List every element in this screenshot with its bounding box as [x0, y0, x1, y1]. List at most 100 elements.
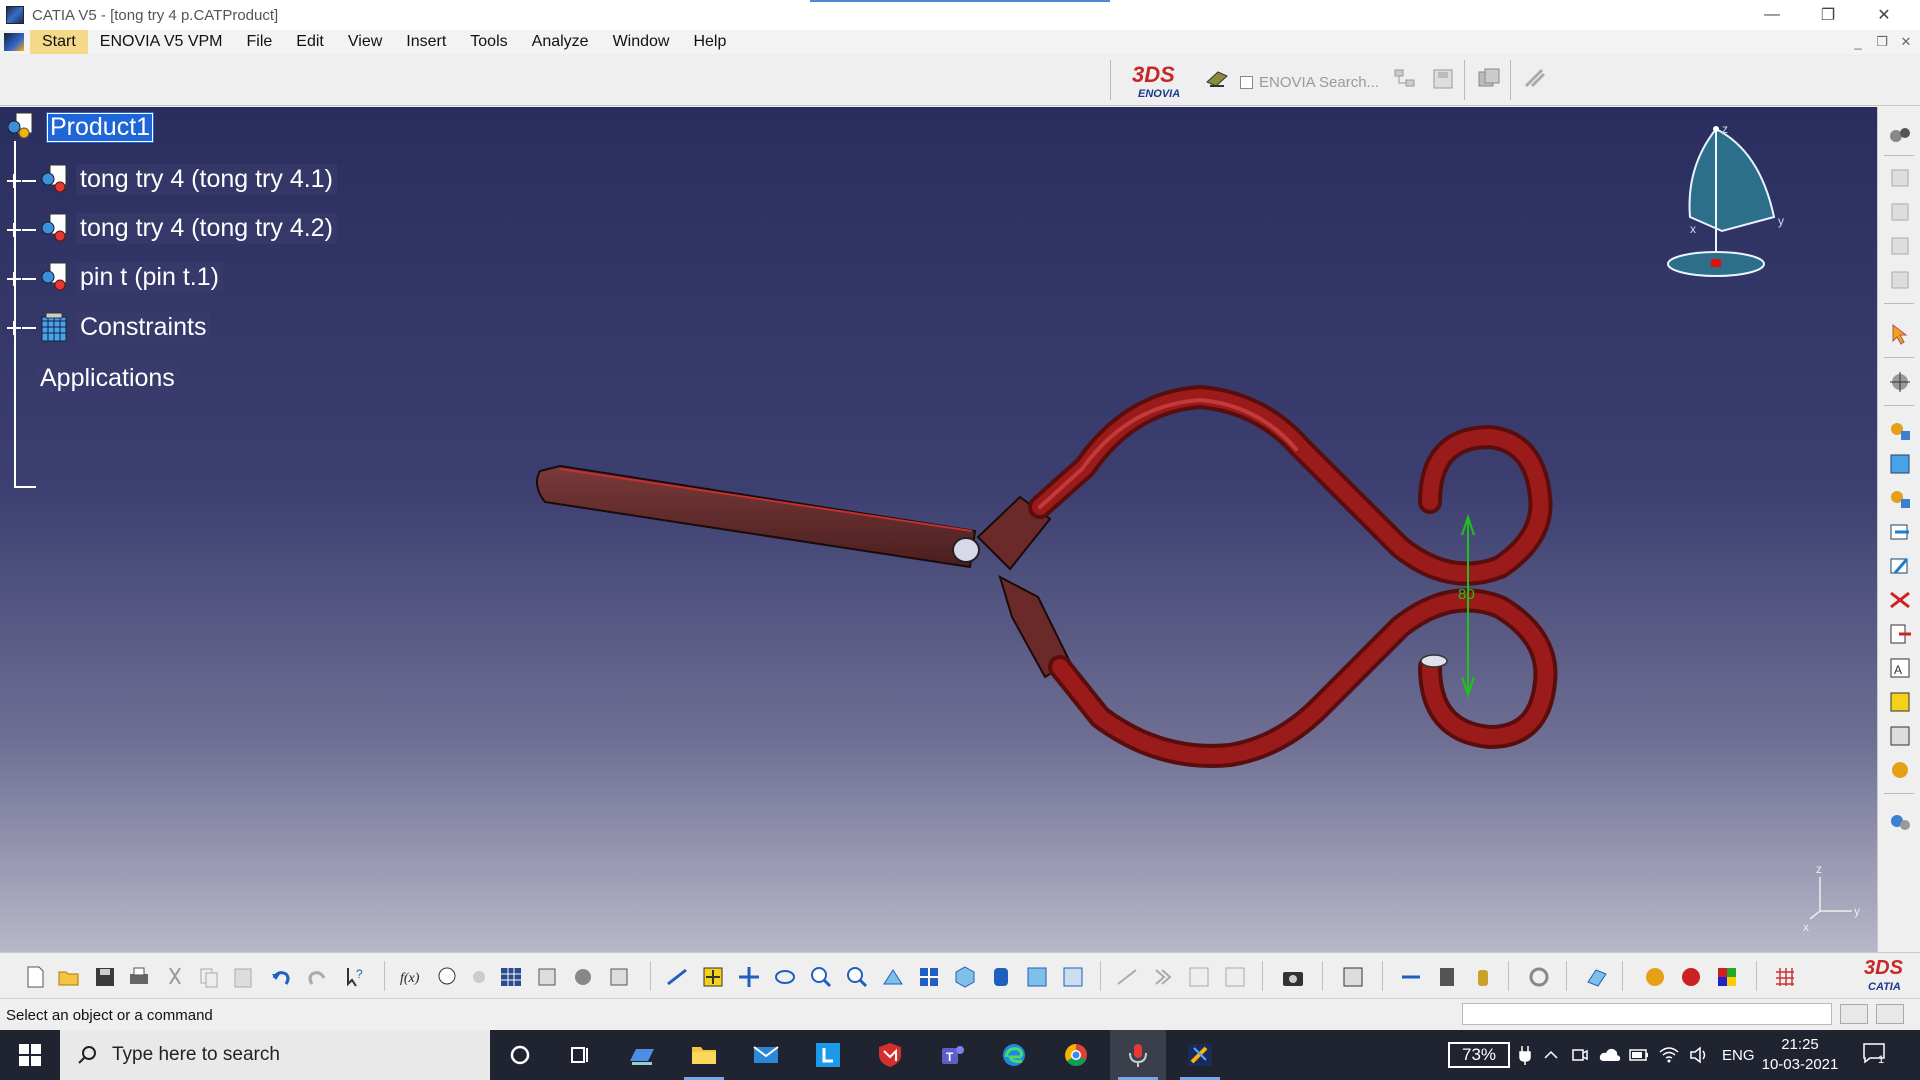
compass[interactable]: z x y	[1667, 122, 1784, 277]
menu-start[interactable]: Start	[30, 30, 88, 54]
windows-start-button[interactable]	[0, 1030, 60, 1080]
command-button[interactable]	[1840, 1004, 1868, 1024]
enovia-tree-icon[interactable]	[1392, 66, 1418, 92]
knowledge-advisor-icon[interactable]	[434, 964, 460, 990]
zoom-out-icon[interactable]	[844, 964, 870, 990]
pan-icon[interactable]	[736, 964, 762, 990]
menu-help[interactable]: Help	[681, 30, 738, 54]
menu-insert[interactable]: Insert	[394, 30, 458, 54]
menu-edit[interactable]: Edit	[284, 30, 336, 54]
copy-icon[interactable]	[196, 964, 222, 990]
power-plug-icon[interactable]	[1518, 1044, 1532, 1066]
restore-button[interactable]: ❐	[1800, 0, 1856, 30]
camera-icon[interactable]	[1280, 964, 1306, 990]
enovia-search-checkbox[interactable]	[1240, 76, 1253, 89]
open-folder-icon[interactable]	[56, 964, 82, 990]
doc-restore-button[interactable]: ❐	[1870, 30, 1894, 54]
start-menu-icon[interactable]	[4, 33, 24, 51]
fix-together-icon[interactable]	[1887, 587, 1913, 613]
offset-constraint-icon[interactable]	[1887, 485, 1913, 511]
print-icon[interactable]	[126, 964, 152, 990]
measure-item-icon[interactable]	[1434, 964, 1460, 990]
catalog-browser-icon[interactable]	[570, 964, 596, 990]
cut-icon[interactable]	[162, 964, 188, 990]
quick-constraint-icon[interactable]	[1887, 621, 1913, 647]
taskbar-app-catia[interactable]	[1172, 1030, 1228, 1080]
clash-icon[interactable]	[1340, 964, 1366, 990]
sketch-plane-icon[interactable]	[1584, 964, 1610, 990]
menu-tools[interactable]: Tools	[458, 30, 519, 54]
iso-view-icon[interactable]	[952, 964, 978, 990]
redo-icon[interactable]	[304, 964, 330, 990]
model-canvas[interactable]: 80 z x y z x y	[0, 107, 1877, 952]
pivot-pin[interactable]	[952, 537, 980, 563]
meet-now-icon[interactable]	[1570, 1045, 1590, 1065]
fix-component-icon[interactable]	[1887, 553, 1913, 579]
close-button[interactable]: ✕	[1856, 0, 1912, 30]
doc-minimize-button[interactable]: _	[1846, 30, 1870, 54]
new-part-icon[interactable]	[1887, 233, 1913, 259]
fly-mode-icon[interactable]	[664, 964, 690, 990]
change-constraint-icon[interactable]	[1887, 689, 1913, 715]
bill-of-material-icon[interactable]	[606, 964, 632, 990]
menu-window[interactable]: Window	[601, 30, 682, 54]
hide-show-icon[interactable]	[1024, 964, 1050, 990]
tong-blade[interactable]	[535, 464, 977, 569]
menu-view[interactable]: View	[336, 30, 394, 54]
color-icon[interactable]	[1714, 964, 1740, 990]
grid-icon[interactable]	[1772, 964, 1798, 990]
contact-constraint-icon[interactable]	[1887, 451, 1913, 477]
select-arrow-icon[interactable]	[1887, 321, 1913, 347]
enovia-logo[interactable]: 3DS ENOVIA	[1128, 62, 1190, 102]
measure-inertia-icon[interactable]	[1470, 964, 1496, 990]
menu-enovia[interactable]: ENOVIA V5 VPM	[88, 30, 235, 54]
multi-view-icon[interactable]	[916, 964, 942, 990]
undo-icon[interactable]	[268, 964, 294, 990]
normal-view-icon[interactable]	[880, 964, 906, 990]
enovia-open-icon[interactable]	[1476, 66, 1502, 92]
minimize-button[interactable]: —	[1744, 0, 1800, 30]
volume-icon[interactable]	[1688, 1044, 1710, 1066]
angle-constraint-icon[interactable]	[1887, 519, 1913, 545]
task-view-button[interactable]	[552, 1030, 608, 1080]
parameter-icon[interactable]	[466, 964, 492, 990]
shading-icon[interactable]	[988, 964, 1014, 990]
product-structure-icon[interactable]	[1887, 123, 1913, 149]
generate-icon[interactable]	[1186, 964, 1212, 990]
taskbar-app-recorder[interactable]	[1110, 1030, 1166, 1080]
menu-file[interactable]: File	[235, 30, 285, 54]
design-table-icon[interactable]	[498, 964, 524, 990]
next-step-icon[interactable]	[1150, 964, 1176, 990]
new-product-icon[interactable]	[1887, 199, 1913, 225]
onedrive-cloud-icon[interactable]	[1598, 1045, 1622, 1065]
swap-space-icon[interactable]	[1060, 964, 1086, 990]
coincidence-constraint-icon[interactable]	[1887, 417, 1913, 443]
reuse-pattern-icon[interactable]	[1887, 723, 1913, 749]
space-analysis-icon[interactable]	[1887, 809, 1913, 835]
formula-icon[interactable]: f(x)	[398, 964, 424, 990]
enovia-save-icon[interactable]	[1430, 66, 1456, 92]
taskbar-search-box[interactable]: Type here to search	[60, 1030, 490, 1080]
catia-logo[interactable]: 3DS CATIA	[1856, 957, 1916, 997]
taskbar-app-file-explorer[interactable]	[676, 1030, 732, 1080]
paste-icon[interactable]	[230, 964, 256, 990]
battery-indicator[interactable]: 73%	[1448, 1042, 1510, 1068]
notifications-button[interactable]: 1	[1862, 1042, 1890, 1068]
taskbar-app-l[interactable]	[800, 1030, 856, 1080]
3d-viewport[interactable]: Product1 tong try 4 (tong try 4.1) tong …	[0, 107, 1877, 952]
taskbar-app-mail[interactable]	[738, 1030, 794, 1080]
zoom-in-icon[interactable]	[808, 964, 834, 990]
taskbar-app-teams[interactable]: T	[924, 1030, 980, 1080]
stop-command-button[interactable]	[1876, 1004, 1904, 1024]
chevron-up-icon[interactable]	[1542, 1046, 1560, 1064]
wifi-icon[interactable]	[1658, 1044, 1680, 1066]
power-input-field[interactable]	[1462, 1003, 1832, 1025]
language-indicator[interactable]: ENG	[1722, 1030, 1755, 1080]
taskbar-app-computer[interactable]	[614, 1030, 670, 1080]
update-all-icon[interactable]	[1526, 964, 1552, 990]
existing-component-icon[interactable]	[1887, 267, 1913, 293]
enovia-search[interactable]: ENOVIA Search...	[1240, 74, 1379, 91]
new-component-icon[interactable]	[1887, 165, 1913, 191]
reframe-icon[interactable]	[1114, 964, 1140, 990]
battery-icon[interactable]	[1628, 1046, 1650, 1064]
